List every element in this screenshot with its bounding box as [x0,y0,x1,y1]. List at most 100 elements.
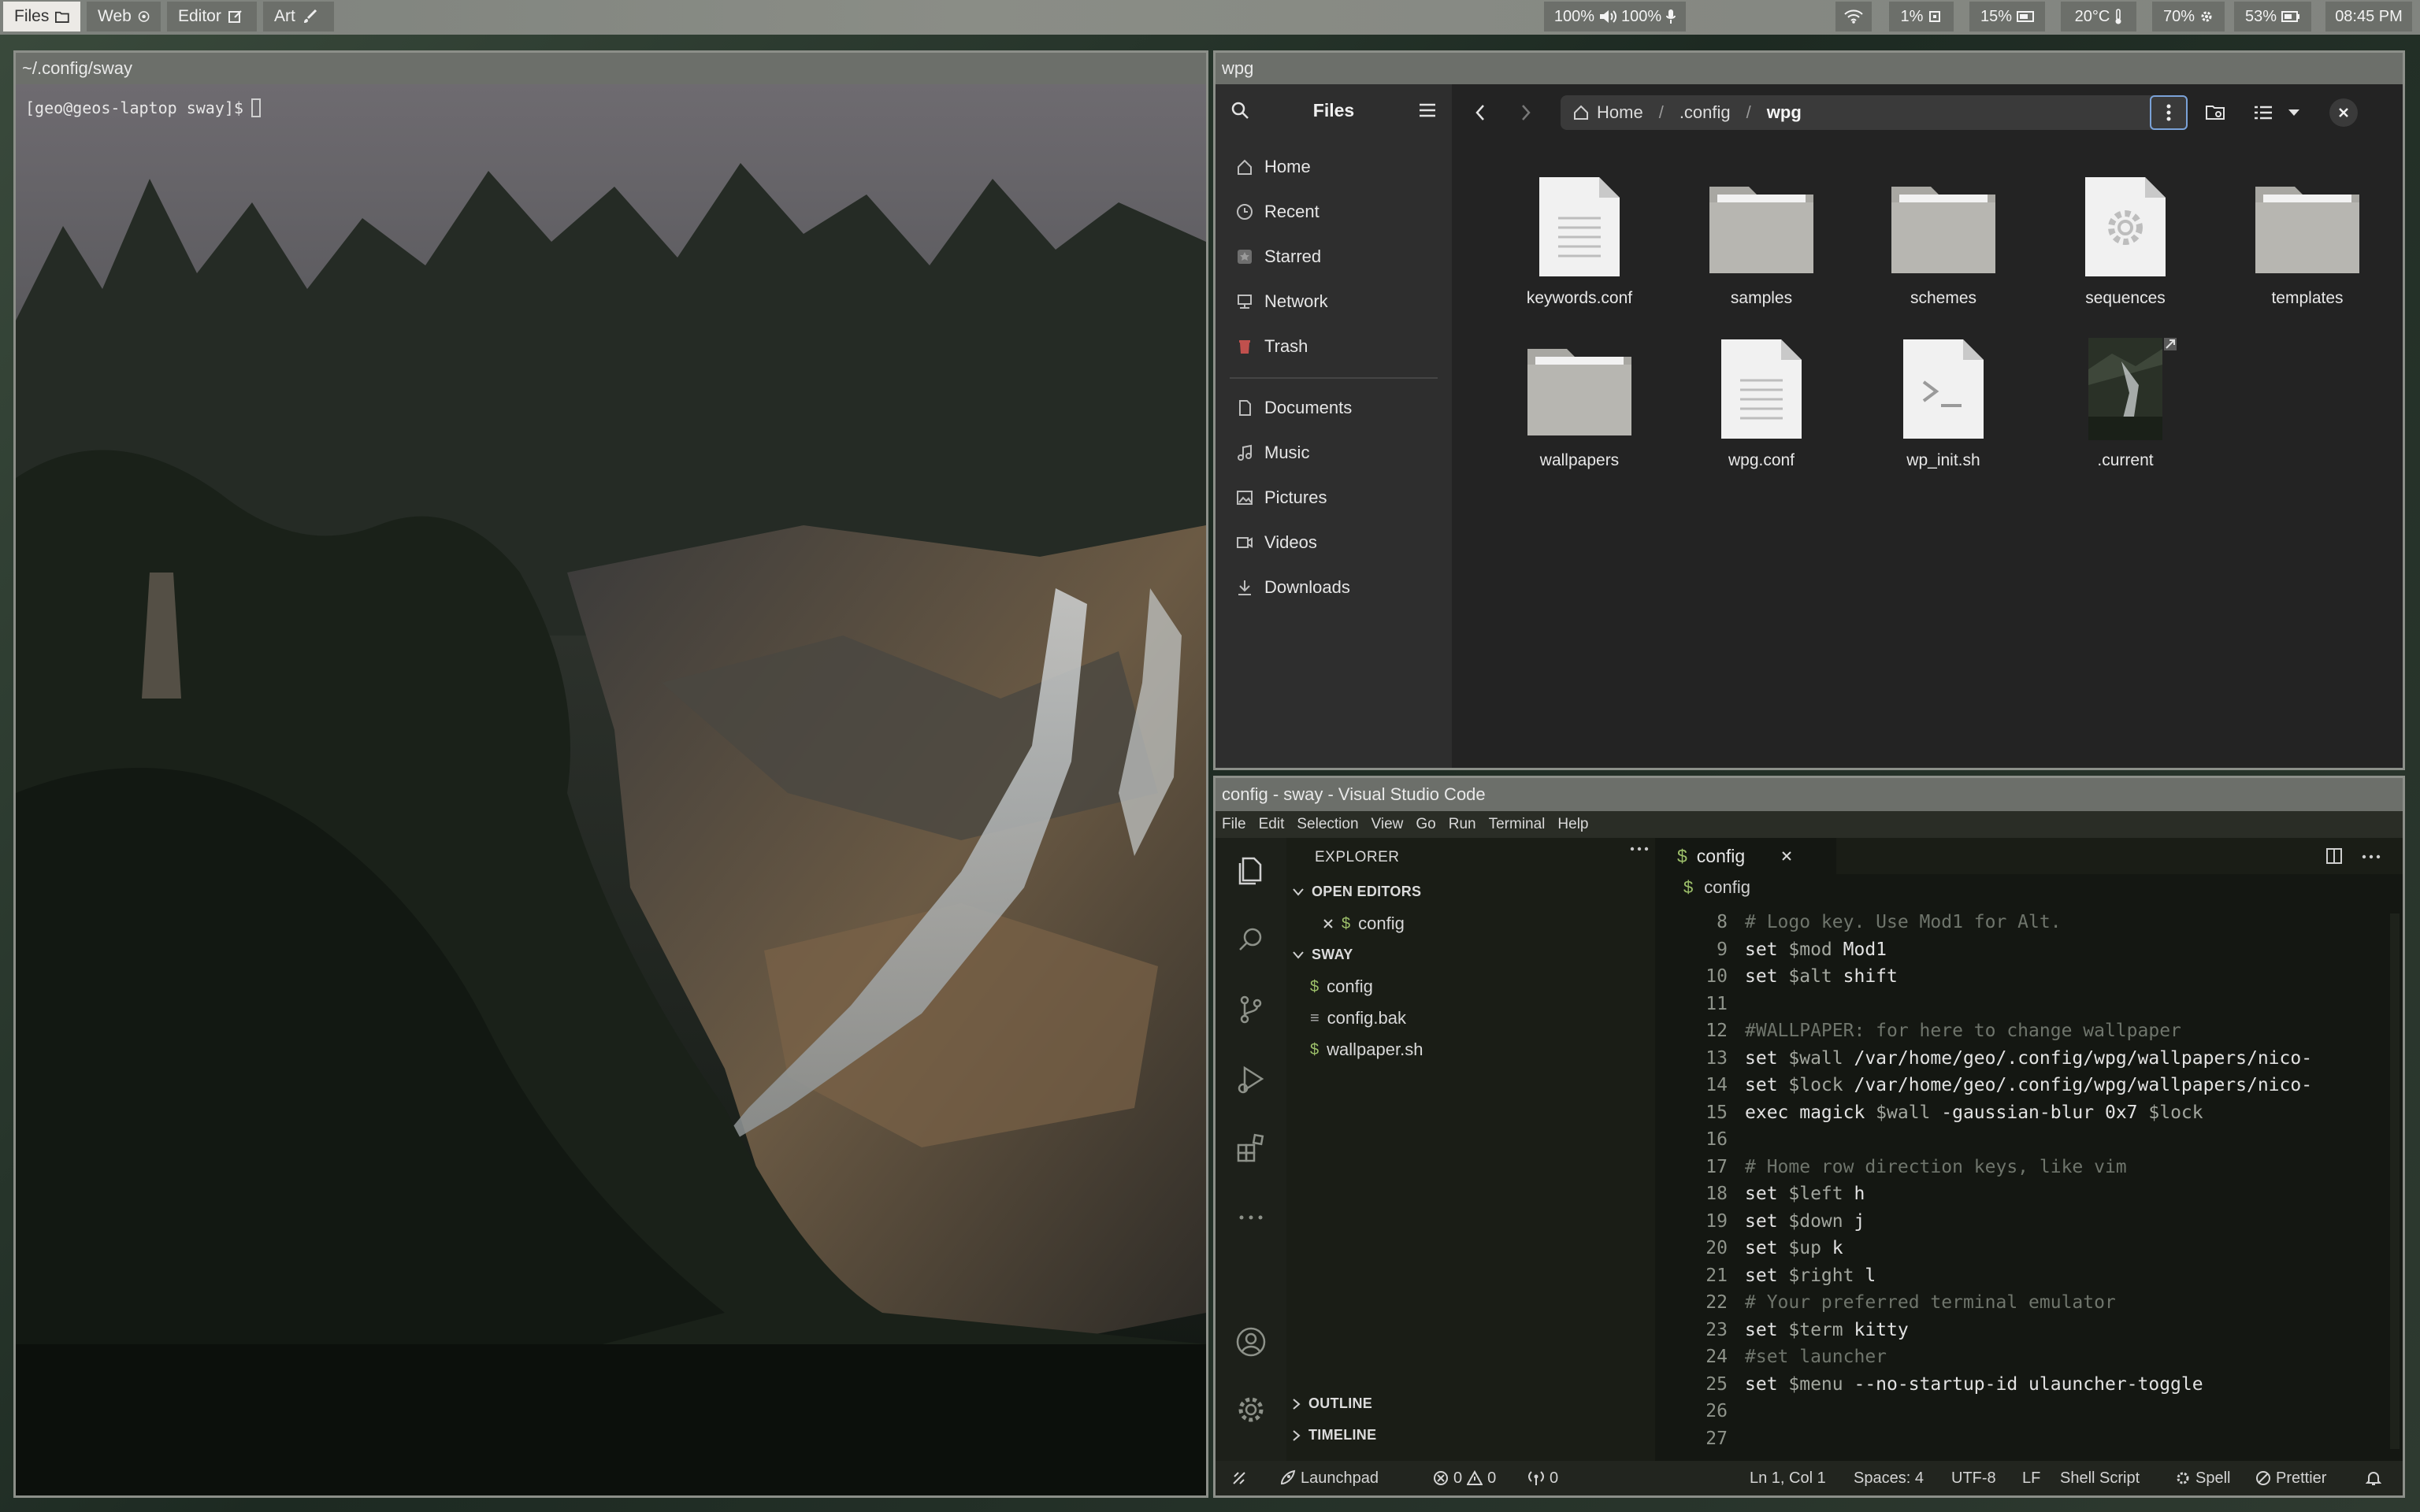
menu-terminal[interactable]: Terminal [1483,816,1552,833]
sidebar-item-music[interactable]: Music [1236,443,1309,463]
sidebar-item-documents[interactable]: Documents [1236,398,1352,418]
sway-folder-section[interactable]: SWAY [1293,947,1353,963]
menu-run[interactable]: Run [1442,816,1483,833]
language-mode-button[interactable]: Shell Script [2060,1461,2140,1495]
back-button[interactable] [1466,98,1494,127]
code-line[interactable]: 9 set $mod Mod1 [1655,936,2387,963]
more-activity-button[interactable] [1234,1200,1268,1235]
workspace-art-button[interactable]: Art [263,2,334,32]
editor-scrollbar[interactable] [2390,914,2400,1449]
cursor-position[interactable]: Ln 1, Col 1 [1750,1461,1826,1495]
folder-item[interactable]: templates [2221,176,2394,325]
view-options-button[interactable] [2282,98,2306,127]
terminal-window[interactable]: ~/.config/sway [geo@geos-laptop sway]$ [13,50,1208,1498]
file-item[interactable]: .current [2039,338,2212,487]
explorer-activity-button[interactable] [1234,854,1268,888]
code-line[interactable]: 17 # Home row direction keys, like vim [1655,1154,2387,1180]
file-item[interactable]: keywords.conf [1493,176,1666,325]
path-bar[interactable]: Home / .config / wpg [1561,95,2188,130]
menu-help[interactable]: Help [1551,816,1594,833]
terminal-titlebar[interactable]: ~/.config/sway [16,53,1206,84]
close-icon[interactable] [1781,850,1792,862]
files-window[interactable]: wpg Files Home Recent Starred Network Tr… [1213,50,2405,770]
memory-module[interactable]: 70% [2152,2,2225,32]
code-line[interactable]: 18 set $left h [1655,1180,2387,1207]
code-line[interactable]: 26 [1655,1398,2387,1425]
split-editor-button[interactable] [2325,847,2343,865]
menu-view[interactable]: View [1365,816,1410,833]
breadcrumb-config[interactable]: .config [1680,102,1731,123]
folder-item[interactable]: schemes [1857,176,2030,325]
sidebar-item-home[interactable]: Home [1236,157,1311,177]
open-editors-section[interactable]: OPEN EDITORS [1293,884,1421,900]
notifications-button[interactable] [2366,1461,2381,1495]
file-item[interactable]: sequences [2039,176,2212,325]
code-line[interactable]: 11 [1655,991,2387,1017]
search-activity-button[interactable] [1234,923,1268,958]
extensions-activity-button[interactable] [1234,1131,1268,1166]
workspace-editor-button[interactable]: Editor [167,2,257,32]
tree-file-item[interactable]: ≡ config.bak [1310,1008,1406,1028]
vscode-window[interactable]: config - sway - Visual Studio Code File … [1213,776,2405,1498]
source-control-activity-button[interactable] [1234,992,1268,1027]
vscode-titlebar[interactable]: config - sway - Visual Studio Code [1216,778,2403,811]
remote-button[interactable] [1231,1461,1247,1495]
tree-file-item[interactable]: $ wallpaper.sh [1310,1040,1423,1060]
sidebar-item-videos[interactable]: Videos [1236,532,1317,553]
open-editor-item[interactable]: $ config [1323,914,1405,934]
backlight-module[interactable]: 15% [1969,2,2045,32]
code-line[interactable]: 14 set $lock /var/home/geo/.config/wpg/wa… [1655,1072,2387,1099]
code-view[interactable]: 8 # Logo key. Use Mod1 for Alt. 9 set $mod … [1655,909,2387,1461]
code-line[interactable]: 16 [1655,1126,2387,1153]
timeline-section[interactable]: TIMELINE [1293,1427,1376,1443]
code-line[interactable]: 10 set $alt shift [1655,963,2387,990]
code-line[interactable]: 19 set $down j [1655,1208,2387,1235]
search-folder-button[interactable] [2202,98,2230,127]
launchpad-button[interactable]: Launchpad [1279,1461,1379,1495]
code-line[interactable]: 23 set $term kitty [1655,1317,2387,1343]
indentation-button[interactable]: Spaces: 4 [1854,1461,1924,1495]
code-line[interactable]: 8 # Logo key. Use Mod1 for Alt. [1655,909,2387,936]
folder-item[interactable]: wallpapers [1493,338,1666,487]
outline-section[interactable]: OUTLINE [1293,1395,1372,1412]
menu-selection[interactable]: Selection [1290,816,1364,833]
ports-button[interactable]: 0 [1527,1461,1558,1495]
sidebar-item-starred[interactable]: Starred [1236,246,1321,267]
forward-button[interactable] [1512,98,1540,127]
code-line[interactable]: 24 #set launcher [1655,1343,2387,1370]
prettier-button[interactable]: Prettier [2255,1461,2326,1495]
run-debug-activity-button[interactable] [1234,1062,1268,1096]
manage-button[interactable] [1234,1392,1268,1427]
spell-button[interactable]: Spell [2175,1461,2230,1495]
menu-go[interactable]: Go [1409,816,1442,833]
accounts-button[interactable] [1234,1325,1268,1359]
problems-button[interactable]: 0 0 [1433,1461,1496,1495]
sidebar-item-recent[interactable]: Recent [1236,202,1319,222]
code-line[interactable]: 22 # Your preferred terminal emulator [1655,1289,2387,1316]
workspace-web-button[interactable]: Web [87,2,161,32]
encoding-button[interactable]: UTF-8 [1951,1461,1996,1495]
breadcrumb-home[interactable]: Home [1597,102,1643,123]
view-toggle-button[interactable] [2249,98,2277,127]
audio-module[interactable]: 100% 100% [1544,2,1686,32]
eol-button[interactable]: LF [2022,1461,2040,1495]
terminal-prompt[interactable]: [geo@geos-laptop sway]$ [25,98,261,117]
folder-item[interactable]: samples [1675,176,1848,325]
editor-more-button[interactable] [2362,854,2381,860]
breadcrumb-current[interactable]: wpg [1767,102,1802,123]
code-line[interactable]: 15 exec magick $wall -gaussian-blur 0x7 $… [1655,1099,2387,1126]
sidebar-item-downloads[interactable]: Downloads [1236,577,1350,598]
cpu-module[interactable]: 1% [1889,2,1954,32]
sidebar-item-pictures[interactable]: Pictures [1236,487,1327,508]
temperature-module[interactable]: 20°C [2061,2,2136,32]
main-menu-button[interactable] [1414,97,1441,124]
file-item[interactable]: wp_init.sh [1857,338,2030,487]
menu-file[interactable]: File [1216,816,1253,833]
code-line[interactable]: 13 set $wall /var/home/geo/.config/wpg/wa… [1655,1045,2387,1072]
close-button[interactable] [2329,98,2358,127]
code-line[interactable]: 27 [1655,1425,2387,1452]
workspace-files-button[interactable]: Files [3,2,80,32]
code-line[interactable]: 20 set $up k [1655,1235,2387,1262]
files-titlebar[interactable]: wpg [1216,53,2403,84]
sidebar-item-trash[interactable]: Trash [1236,336,1308,357]
